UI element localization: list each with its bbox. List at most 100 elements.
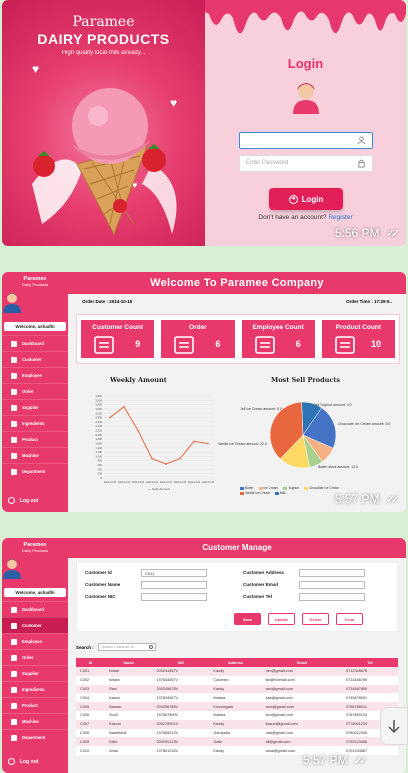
- sidebar-item-machine[interactable]: Machine: [2, 713, 68, 729]
- table-cell: 197834567V: [152, 675, 210, 685]
- sidebar-item-department[interactable]: Department: [2, 463, 68, 479]
- table-cell: C001: [76, 667, 106, 676]
- table-cell: nim@gmail.com: [261, 667, 343, 676]
- table-cell: Saman: [105, 702, 153, 711]
- logout-icon: [8, 497, 15, 504]
- stat-card-label: Customer Count: [92, 324, 144, 331]
- chat-image-dashboard[interactable]: Paramee Dairy Products Welcome, ashadhi …: [2, 272, 406, 512]
- logout-button[interactable]: Log out: [8, 758, 38, 765]
- customer-nic-input[interactable]: [141, 593, 207, 601]
- group-icon: [94, 336, 114, 354]
- table-cell: Sunil: [105, 710, 153, 720]
- table-row[interactable]: C003 Ravi 200245678V Kandy ravi@gmail.com 073…: [76, 684, 398, 694]
- table-cell: nad@gmail.com: [261, 728, 343, 738]
- dashboard-icon: [11, 340, 17, 347]
- sidebar-item-customer[interactable]: Customer: [2, 351, 68, 367]
- logout-button[interactable]: Log out: [8, 497, 38, 504]
- pie-label: Chocolate Ice Cream amount: 9.0: [338, 422, 391, 426]
- sidebar-item-supplier[interactable]: Supplier: [2, 399, 68, 415]
- sidebar-item-label: Supplier: [22, 671, 39, 676]
- login-button-label: Login: [301, 194, 324, 204]
- password-input[interactable]: Enter Password: [239, 155, 373, 172]
- y-tick-label: 3,200: [96, 407, 103, 411]
- customer-email-input[interactable]: [299, 581, 365, 589]
- delete-button[interactable]: Delete: [302, 613, 329, 625]
- table-cell: Amal: [105, 746, 153, 755]
- ingredients-icon: [11, 420, 17, 427]
- milk-drip-decoration: [205, 0, 406, 34]
- table-row[interactable]: C009 Dilini 200290123V Galle dil@gmail.com 07…: [76, 737, 398, 747]
- table-row[interactable]: C008 Nadeesha 197889012V Gampaha nad@gmail.c…: [76, 728, 398, 738]
- delete-label: Delete: [309, 616, 322, 622]
- column-header[interactable]: Email: [261, 658, 343, 667]
- customer-name-input[interactable]: [141, 581, 207, 589]
- y-tick-label: 0: [101, 476, 103, 480]
- column-header[interactable]: Tel: [342, 658, 398, 667]
- y-tick-label: 1,000: [96, 454, 103, 458]
- sidebar-item-dashboard[interactable]: Dashboard: [2, 601, 68, 617]
- legend-label: — Daily Amount: [148, 487, 170, 491]
- customer-address-input[interactable]: [299, 569, 365, 577]
- update-button[interactable]: Update: [268, 613, 295, 625]
- data-point: [109, 416, 111, 419]
- clear-label: Clear: [344, 616, 355, 622]
- sidebar-item-order[interactable]: Order: [2, 649, 68, 665]
- table-cell: Kandy: [209, 684, 262, 694]
- save-button[interactable]: Save: [234, 613, 261, 625]
- sidebar-item-product[interactable]: Product: [2, 431, 68, 447]
- sidebar-item-machine[interactable]: Machine: [2, 447, 68, 463]
- chat-image-customer-manage[interactable]: Paramee Dairy Products Welcome, ashadhi …: [2, 538, 406, 773]
- table-cell: 0723456789: [342, 675, 398, 685]
- sidebar-item-ingredients[interactable]: Ingredients: [2, 415, 68, 431]
- customer-icon: [11, 622, 17, 629]
- table-row[interactable]: C004 Kasun 197834567V Matara kas@gmail.com 07…: [76, 693, 398, 703]
- sidebar-item-order[interactable]: Order: [2, 383, 68, 399]
- y-tick-label: 2,600: [96, 420, 103, 424]
- pie-label: Jell Yoghurt amount: 4.0: [314, 403, 352, 407]
- table-row[interactable]: C007 Kasuni 200278901V Kandy kasuni@gmail.co…: [76, 719, 398, 729]
- scroll-down-button[interactable]: [380, 707, 408, 745]
- chat-image-login[interactable]: Paramee DAIRY PRODUCTS High quality loca…: [2, 0, 406, 246]
- sidebar-item-department[interactable]: Department: [2, 729, 68, 745]
- sidebar-item-label: Order: [22, 655, 34, 660]
- customer-nic-label: Customer NIC: [85, 594, 116, 599]
- stat-card-value: 6: [295, 339, 301, 349]
- sidebar-item-employee[interactable]: Employee: [2, 633, 68, 649]
- sidebar-item-product[interactable]: Product: [2, 697, 68, 713]
- order-list-icon: [174, 336, 195, 354]
- table-cell: 200245678V: [152, 684, 210, 694]
- table-row[interactable]: C001 Nimal 200234567V Kandy nim@gmail.com 071…: [76, 667, 398, 676]
- username-input[interactable]: [239, 132, 373, 149]
- login-button[interactable]: ➜ Login: [269, 188, 343, 210]
- column-header[interactable]: Id: [76, 658, 106, 667]
- table-row[interactable]: C002 Ishara 197834567V Colombo ish@hotmail.c…: [76, 675, 398, 685]
- table-body: C001 Nimal 200234567V Kandy nim@gmail.com 071…: [76, 667, 398, 755]
- sidebar-item-label: Customer: [22, 623, 42, 628]
- column-header[interactable]: Address: [209, 658, 262, 667]
- dashboard-main: Welcome To Paramee Company Order Date : …: [68, 272, 406, 512]
- y-tick-label: 2,200: [96, 429, 103, 433]
- table-cell: Galle: [209, 737, 262, 747]
- legend-item: Milk: [274, 491, 286, 495]
- search-input[interactable]: Search Customer Id: [97, 643, 156, 651]
- stat-card-label: Employee Count: [252, 324, 304, 331]
- sidebar-item-supplier[interactable]: Supplier: [2, 665, 68, 681]
- table-row[interactable]: C006 Sunil 197867890V Matara sun@gmail.com 07…: [76, 710, 398, 720]
- sidebar-item-ingredients[interactable]: Ingredients: [2, 681, 68, 697]
- clear-button[interactable]: Clear: [336, 613, 363, 625]
- column-header[interactable]: Name: [105, 658, 153, 667]
- table-row[interactable]: C005 Saman 200256789V Kurunegala sam@gmail.c…: [76, 702, 398, 711]
- register-link[interactable]: Register: [328, 214, 352, 221]
- supplier-icon: [11, 404, 17, 411]
- sidebar-item-customer[interactable]: Customer: [2, 617, 68, 633]
- table-cell: 200278901V: [152, 719, 210, 729]
- table-cell: 200256789V: [152, 702, 210, 711]
- sidebar-item-dashboard[interactable]: Dashboard: [2, 335, 68, 351]
- data-point: [165, 463, 167, 465]
- login-form-panel: Login Enter Password ➜ Login Don't have …: [205, 0, 406, 246]
- brand-tagline: High quality local milk already...: [61, 50, 146, 56]
- sidebar-item-employee[interactable]: Employee: [2, 367, 68, 383]
- customer-tel-input[interactable]: [299, 593, 365, 601]
- column-header[interactable]: NIC: [152, 658, 210, 667]
- customer-id-input[interactable]: C011: [141, 569, 207, 577]
